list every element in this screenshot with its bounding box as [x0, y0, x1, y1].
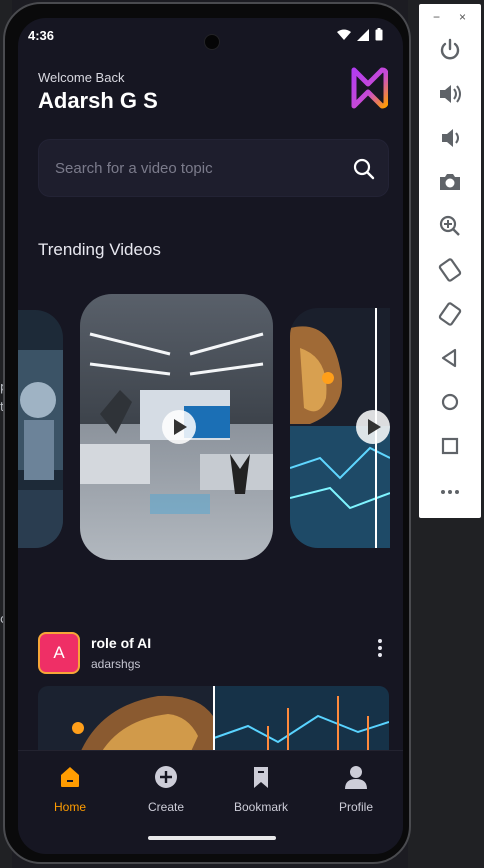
battery-icon: [375, 28, 383, 41]
signal-icon: [357, 28, 369, 41]
trending-video-card-left[interactable]: [18, 310, 63, 548]
minimize-button[interactable]: −: [433, 10, 440, 24]
close-button[interactable]: ×: [459, 10, 466, 24]
more-icon[interactable]: [436, 478, 464, 506]
home-circle-icon[interactable]: [436, 388, 464, 416]
volume-down-icon[interactable]: [436, 124, 464, 152]
video-thumbnail: [18, 310, 63, 548]
back-icon[interactable]: [436, 344, 464, 372]
app-logo-icon: [351, 67, 388, 109]
bookmark-icon: [254, 767, 268, 788]
emulator-toolbar: − ×: [419, 4, 481, 518]
overview-icon[interactable]: [436, 432, 464, 460]
nav-item-bookmark[interactable]: Bookmark: [216, 765, 306, 814]
post-title: role of AI: [91, 635, 152, 651]
nav-item-profile[interactable]: Profile: [311, 765, 401, 814]
app-screen: 4:36 Welcome Back Adarsh G S Search for …: [18, 18, 403, 854]
camera-icon[interactable]: [436, 168, 464, 196]
post-menu-icon[interactable]: [376, 639, 384, 661]
nav-item-create[interactable]: Create: [121, 765, 211, 814]
user-name: Adarsh G S: [38, 88, 158, 113]
search-input[interactable]: [55, 140, 345, 196]
play-button[interactable]: [162, 410, 196, 444]
nav-item-home[interactable]: Home: [25, 765, 115, 814]
profile-icon: [345, 766, 367, 789]
play-button[interactable]: [356, 410, 390, 444]
power-icon[interactable]: [436, 36, 464, 64]
volume-up-icon[interactable]: [436, 80, 464, 108]
search-icon[interactable]: [353, 158, 375, 180]
rotate-left-icon[interactable]: [436, 256, 464, 284]
nav-label-bookmark: Bookmark: [233, 800, 289, 814]
status-bar: 4:36: [18, 18, 403, 52]
status-icons: [337, 28, 383, 41]
nav-label-create: Create: [147, 800, 185, 814]
trending-video-card-active[interactable]: [80, 294, 273, 560]
nav-label-home: Home: [53, 800, 86, 814]
trending-video-card-right[interactable]: [290, 308, 390, 548]
front-camera: [204, 34, 220, 50]
home-icon: [61, 767, 79, 787]
nav-label-profile: Profile: [338, 800, 373, 814]
status-time: 4:36: [28, 28, 55, 43]
search-box: [38, 139, 389, 197]
post-avatar[interactable]: A: [38, 632, 80, 674]
rotate-right-icon[interactable]: [436, 300, 464, 328]
trending-title: Trending Videos: [38, 240, 161, 259]
wifi-icon: [337, 29, 351, 40]
post-thumbnail-image: [38, 686, 389, 758]
welcome-label: Welcome Back: [38, 70, 125, 85]
phone-frame: 4:36 Welcome Back Adarsh G S Search for …: [3, 2, 411, 864]
post-thumbnail[interactable]: [38, 686, 389, 758]
create-icon: [155, 766, 177, 788]
bottom-navigation: Home Create Bookmark Profile: [18, 750, 403, 840]
zoom-icon[interactable]: [436, 212, 464, 240]
post-author: adarshgs: [91, 657, 141, 671]
home-indicator[interactable]: [148, 836, 276, 840]
